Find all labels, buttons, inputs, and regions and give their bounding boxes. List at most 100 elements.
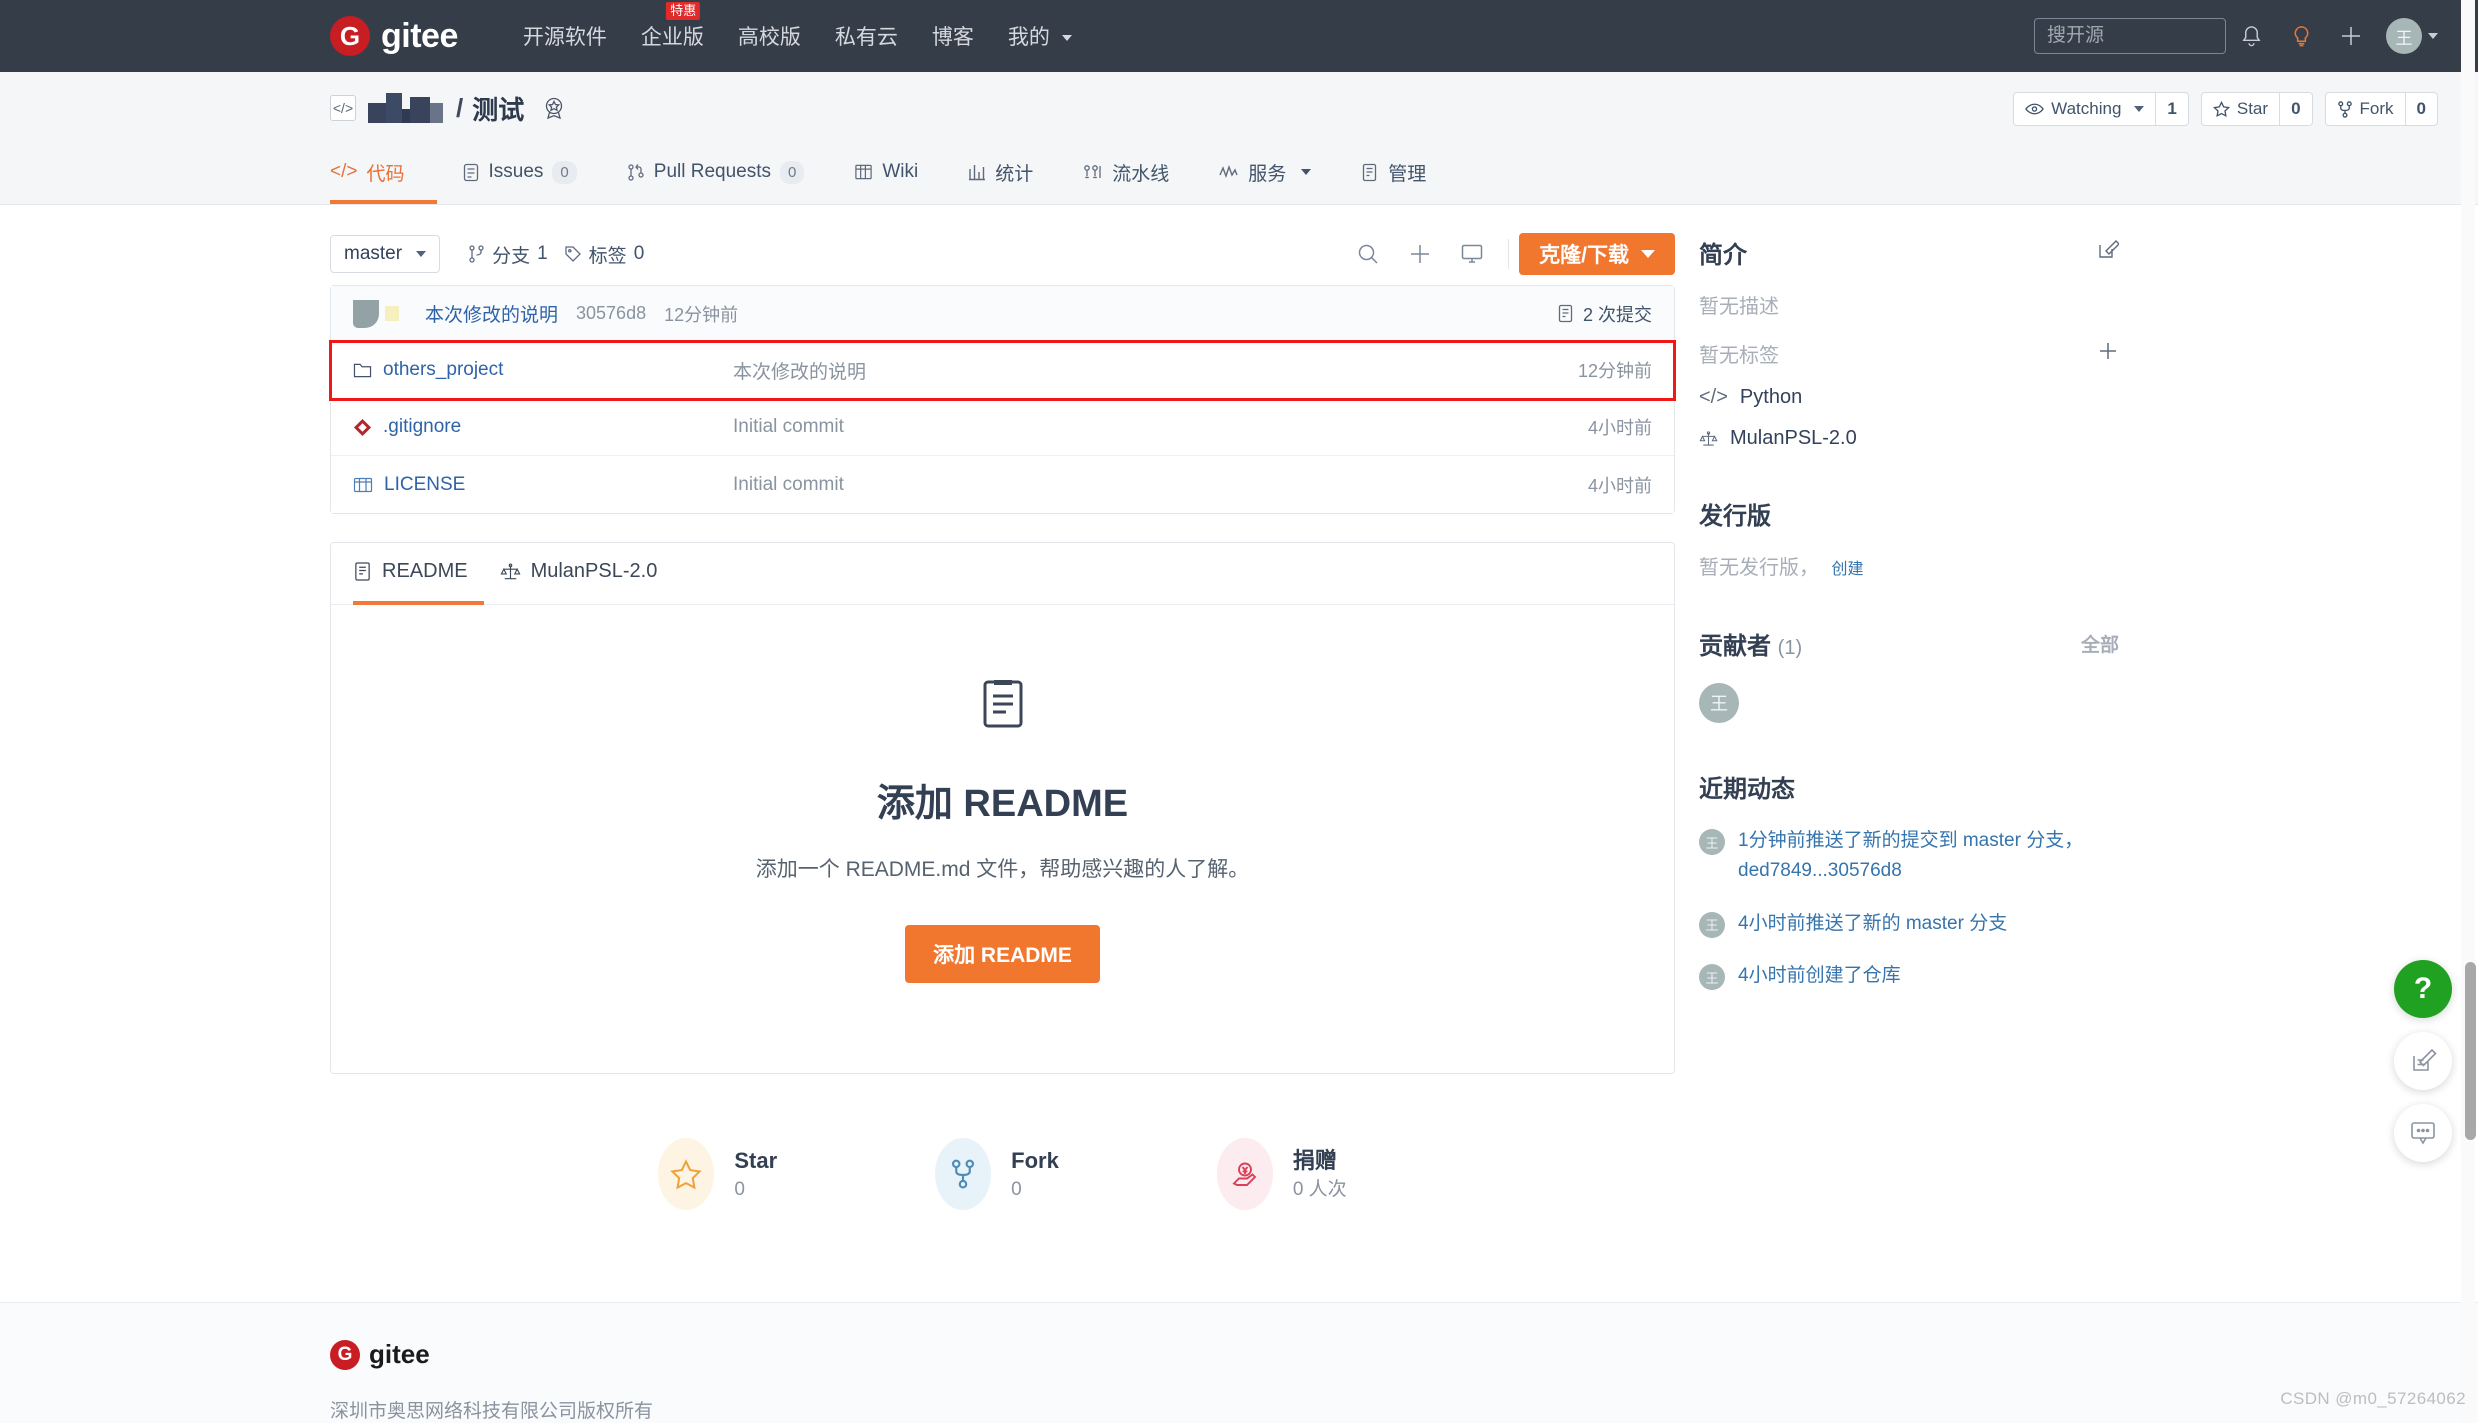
- sidebar-license[interactable]: MulanPSL-2.0: [1699, 427, 2119, 450]
- table-row[interactable]: LICENSE Initial commit 4小时前: [331, 456, 1674, 513]
- fork-count[interactable]: 0: [2405, 92, 2438, 126]
- avatar-chevron-down-icon[interactable]: [2428, 33, 2438, 39]
- pipeline-icon: [1084, 165, 1101, 179]
- repository-owner-redacted[interactable]: [368, 93, 443, 123]
- gitee-logo-text: gitee: [381, 16, 458, 55]
- chat-fab[interactable]: [2394, 1104, 2452, 1162]
- add-readme-button[interactable]: 添加 README: [905, 925, 1100, 983]
- clone-download-button[interactable]: 克隆/下载: [1519, 233, 1675, 275]
- nav-link-blog[interactable]: 博客: [915, 21, 991, 51]
- book-icon: [855, 164, 873, 180]
- nav-link-enterprise[interactable]: 特惠 企业版: [624, 2, 721, 51]
- commit-author-avatar[interactable]: [353, 299, 379, 328]
- latest-commit-sha[interactable]: 30576d8: [576, 303, 646, 324]
- table-row[interactable]: others_project 本次修改的说明 12分钟前: [329, 340, 1676, 401]
- activity-text[interactable]: 4小时前推送了新的 master 分支: [1738, 909, 2007, 939]
- watch-button[interactable]: Watching: [2013, 92, 2157, 126]
- avatar[interactable]: 王: [2386, 18, 2422, 54]
- top-navigation-bar: G gitee 开源软件 特惠 企业版 高校版 私有云 博客 我的 搜开源 王: [0, 0, 2478, 72]
- scrollbar-thumb[interactable]: [2465, 962, 2476, 1140]
- sidebar-activity-section: 近期动态 王 1分钟前推送了新的提交到 master 分支，ded7849...…: [1699, 769, 2119, 992]
- footer-logo[interactable]: G gitee: [330, 1339, 2438, 1370]
- plus-icon[interactable]: [2326, 14, 2376, 58]
- page-title[interactable]: 测试: [472, 90, 524, 127]
- sidebar-releases-section: 发行版 暂无发行版， 创建: [1699, 496, 2119, 580]
- page-scrollbar[interactable]: [2461, 0, 2475, 1423]
- commit-flag-icon: [385, 306, 399, 321]
- sidebar-description-row: 暂无描述: [1699, 290, 2119, 319]
- help-fab[interactable]: ?: [2394, 960, 2452, 1018]
- branch-selector[interactable]: master: [330, 235, 441, 273]
- repo-stats-row: Star 0 Fork 0 捐赠 0 人次: [330, 1074, 1675, 1268]
- tab-pipeline[interactable]: 流水线: [1058, 144, 1194, 204]
- feedback-fab[interactable]: [2394, 1032, 2452, 1090]
- file-name-cell[interactable]: LICENSE: [353, 474, 733, 496]
- contributors-all-link[interactable]: 全部: [2081, 630, 2119, 657]
- activity-text[interactable]: 4小时前创建了仓库: [1738, 961, 1901, 991]
- repository-tabs: </> 代码 Issues 0 Pull Requests 0 Wiki 统计 …: [330, 144, 2438, 204]
- open-in-ide-icon[interactable]: [1446, 235, 1498, 273]
- nav-link-mine[interactable]: 我的: [991, 21, 1089, 51]
- latest-commit-message[interactable]: 本次修改的说明: [425, 300, 558, 327]
- search-icon[interactable]: [1342, 235, 1394, 273]
- file-name[interactable]: others_project: [383, 359, 503, 381]
- search-input[interactable]: [2034, 18, 2226, 54]
- list-item[interactable]: 王 1分钟前推送了新的提交到 master 分支，ded7849...30576…: [1699, 826, 2119, 887]
- toolbar-divider: [1508, 239, 1510, 269]
- no-tags-text: 暂无标签: [1699, 345, 1779, 367]
- file-name[interactable]: .gitignore: [383, 416, 461, 438]
- table-row[interactable]: .gitignore Initial commit 4小时前: [331, 399, 1674, 456]
- branches-link[interactable]: 分支 1: [468, 241, 548, 268]
- tab-license[interactable]: MulanPSL-2.0: [484, 543, 674, 605]
- list-item[interactable]: 王 4小时前创建了仓库: [1699, 961, 2119, 991]
- tab-services[interactable]: 服务: [1194, 144, 1336, 204]
- sidebar-releases-empty: 暂无发行版， 创建: [1699, 551, 2119, 580]
- tab-issues[interactable]: Issues 0: [437, 144, 602, 204]
- service-icon: [1219, 164, 1238, 179]
- fork-icon: [935, 1138, 992, 1210]
- create-release-link[interactable]: 创建: [1831, 561, 1863, 578]
- commit-history-link[interactable]: 2 次提交: [1557, 301, 1652, 327]
- tab-readme[interactable]: README: [353, 543, 484, 605]
- add-file-icon[interactable]: [1394, 235, 1446, 273]
- git-icon: [353, 418, 372, 436]
- nav-link-opensource[interactable]: 开源软件: [506, 21, 624, 51]
- watch-count[interactable]: 1: [2156, 92, 2189, 126]
- issue-icon: [463, 163, 478, 181]
- lightbulb-icon[interactable]: [2276, 14, 2326, 58]
- edit-about-icon[interactable]: [2097, 238, 2120, 267]
- nav-link-privatecloud[interactable]: 私有云: [818, 21, 915, 51]
- tag-icon: [565, 246, 581, 262]
- list-item[interactable]: 王 4小时前推送了新的 master 分支: [1699, 909, 2119, 939]
- latest-commit-time: 12分钟前: [664, 304, 739, 325]
- bell-icon[interactable]: [2226, 14, 2276, 58]
- tags-link[interactable]: 标签 0: [564, 241, 644, 268]
- nav-link-university[interactable]: 高校版: [721, 21, 818, 51]
- stat-star[interactable]: Star 0: [658, 1138, 777, 1210]
- activity-text[interactable]: 1分钟前推送了新的提交到 master 分支，ded7849...30576d8: [1738, 826, 2119, 887]
- add-tag-icon[interactable]: [2097, 340, 2119, 367]
- star-button[interactable]: Star: [2200, 92, 2281, 126]
- branch-icon: [469, 245, 484, 263]
- file-commit-message: 本次修改的说明: [733, 361, 867, 383]
- gitee-logo-text: gitee: [369, 1339, 430, 1369]
- file-name[interactable]: LICENSE: [384, 474, 465, 496]
- tab-pull-requests[interactable]: Pull Requests 0: [602, 144, 830, 204]
- stat-fork[interactable]: Fork 0: [935, 1138, 1059, 1210]
- sidebar-language[interactable]: </> Python: [1699, 386, 2119, 409]
- fork-button[interactable]: Fork: [2324, 92, 2406, 126]
- top-nav-right: 王: [2034, 14, 2438, 58]
- gitee-logo[interactable]: G gitee: [330, 16, 458, 56]
- file-name-cell[interactable]: others_project: [353, 359, 733, 381]
- stat-donate[interactable]: 捐赠 0 人次: [1216, 1138, 1347, 1210]
- sidebar-contributors-header: 贡献者 (1) 全部: [1699, 626, 2119, 661]
- tab-wiki[interactable]: Wiki: [829, 144, 943, 204]
- tab-statistics[interactable]: 统计: [943, 144, 1058, 204]
- contributor-avatar[interactable]: 王: [1699, 683, 1739, 723]
- star-count[interactable]: 0: [2280, 92, 2313, 126]
- sidebar-about-header: 简介: [1699, 235, 2120, 270]
- file-name-cell[interactable]: .gitignore: [353, 416, 733, 438]
- tab-code[interactable]: </> 代码: [330, 144, 437, 204]
- tab-manage[interactable]: 管理: [1336, 144, 1451, 204]
- award-badge-icon[interactable]: [540, 94, 568, 122]
